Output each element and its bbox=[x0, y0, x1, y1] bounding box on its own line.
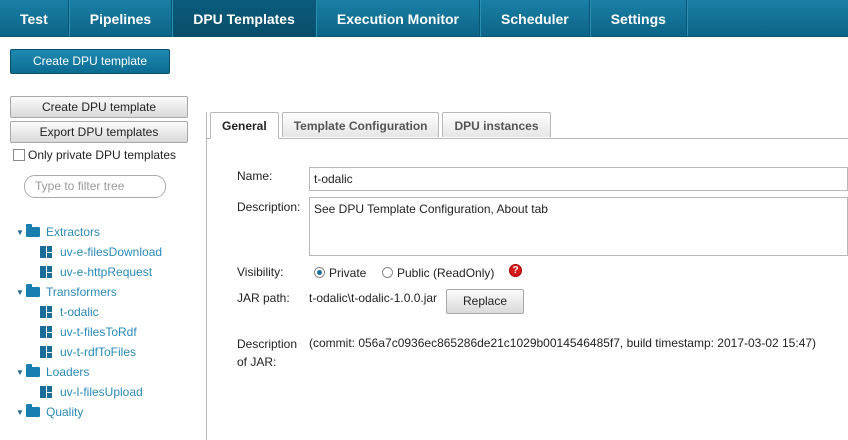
help-icon[interactable]: ? bbox=[509, 264, 522, 277]
tree-item-label: uv-e-filesDownload bbox=[60, 245, 163, 259]
folder-icon bbox=[26, 364, 40, 377]
dpu-grid-icon bbox=[40, 346, 52, 358]
main-nav: Test Pipelines DPU Templates Execution M… bbox=[0, 0, 848, 37]
name-field[interactable]: t-odalic bbox=[309, 167, 848, 191]
radio-selected-icon[interactable] bbox=[314, 267, 325, 278]
radio-unselected-icon[interactable] bbox=[382, 267, 393, 278]
nav-dpu-templates[interactable]: DPU Templates bbox=[172, 0, 316, 37]
description-label: Description: bbox=[237, 200, 301, 214]
folder-icon bbox=[26, 284, 40, 297]
tree-item-label: uv-l-filesUpload bbox=[60, 385, 143, 399]
jar-path-label: JAR path: bbox=[237, 291, 290, 305]
dpu-tree: ▼ Extractors uv-e-filesDownload uv-e-htt… bbox=[16, 222, 162, 422]
visibility-public-radio[interactable]: Public (ReadOnly) bbox=[382, 266, 494, 280]
tab-general[interactable]: General bbox=[210, 112, 279, 139]
create-dpu-template-button[interactable]: Create DPU template bbox=[10, 96, 188, 118]
tree-item-uv-t-rdftofiles[interactable]: uv-t-rdfToFiles bbox=[16, 342, 162, 362]
tree-category-loaders[interactable]: ▼ Loaders bbox=[16, 362, 162, 382]
tree-filter-input[interactable]: Type to filter tree bbox=[24, 175, 166, 198]
tree-item-label: uv-t-filesToRdf bbox=[60, 325, 137, 339]
visibility-public-label: Public (ReadOnly) bbox=[397, 266, 495, 280]
name-label: Name: bbox=[237, 169, 273, 183]
private-filter-row: Only private DPU templates bbox=[13, 148, 176, 162]
visibility-private-label: Private bbox=[329, 266, 367, 280]
expand-arrow-icon[interactable]: ▼ bbox=[16, 228, 24, 237]
tree-item-label: uv-e-httpRequest bbox=[60, 265, 153, 279]
expand-arrow-icon[interactable]: ▼ bbox=[16, 408, 24, 417]
create-dpu-template-primary-button[interactable]: Create DPU template bbox=[10, 49, 170, 74]
replace-button[interactable]: Replace bbox=[446, 289, 524, 314]
tree-category-transformers[interactable]: ▼ Transformers bbox=[16, 282, 162, 302]
nav-settings[interactable]: Settings bbox=[589, 0, 687, 37]
export-dpu-templates-button[interactable]: Export DPU templates bbox=[10, 121, 188, 143]
visibility-private-radio[interactable]: Private bbox=[314, 266, 366, 280]
jar-path-value: t-odalic\t-odalic-1.0.0.jar bbox=[309, 291, 438, 305]
tree-item-uv-e-httprequest[interactable]: uv-e-httpRequest bbox=[16, 262, 162, 282]
dpu-grid-icon bbox=[40, 386, 52, 398]
visibility-label: Visibility: bbox=[237, 265, 284, 279]
jar-description-value: (commit: 056a7c0936ec865286de21c1029b001… bbox=[309, 336, 817, 350]
tree-category-label: Loaders bbox=[46, 365, 90, 379]
tree-item-uv-t-filestordf[interactable]: uv-t-filesToRdf bbox=[16, 322, 162, 342]
detail-tabs: General Template Configuration DPU insta… bbox=[207, 112, 554, 139]
nav-pipelines[interactable]: Pipelines bbox=[68, 0, 173, 37]
dpu-grid-icon bbox=[40, 246, 52, 258]
private-only-checkbox[interactable] bbox=[13, 149, 25, 161]
tree-category-label: Extractors bbox=[46, 225, 101, 239]
tree-item-label: t-odalic bbox=[60, 305, 99, 319]
pane-divider[interactable] bbox=[206, 112, 207, 440]
nav-execution-monitor[interactable]: Execution Monitor bbox=[315, 0, 481, 37]
expand-arrow-icon[interactable]: ▼ bbox=[16, 368, 24, 377]
tab-template-configuration[interactable]: Template Configuration bbox=[281, 112, 440, 137]
nav-filler bbox=[686, 0, 848, 36]
nav-test[interactable]: Test bbox=[0, 0, 69, 37]
tree-category-label: Quality bbox=[46, 405, 84, 419]
sidebar: Create DPU template Export DPU templates… bbox=[0, 85, 206, 440]
tree-category-extractors[interactable]: ▼ Extractors bbox=[16, 222, 162, 242]
tab-dpu-instances[interactable]: DPU instances bbox=[442, 112, 551, 137]
dpu-grid-icon bbox=[40, 266, 52, 278]
tree-item-t-odalic[interactable]: t-odalic bbox=[16, 302, 162, 322]
folder-icon bbox=[26, 224, 40, 237]
tree-category-quality[interactable]: ▼ Quality bbox=[16, 402, 162, 422]
tree-item-uv-l-filesupload[interactable]: uv-l-filesUpload bbox=[16, 382, 162, 402]
jar-description-label-line1: Description bbox=[237, 337, 298, 351]
tree-item-uv-e-filesdownload[interactable]: uv-e-filesDownload bbox=[16, 242, 162, 262]
dpu-grid-icon bbox=[40, 326, 52, 338]
jar-description-label-line2: of JAR: bbox=[237, 355, 277, 369]
nav-scheduler[interactable]: Scheduler bbox=[480, 0, 590, 37]
folder-icon bbox=[26, 404, 40, 417]
expand-arrow-icon[interactable]: ▼ bbox=[16, 288, 24, 297]
tree-item-label: uv-t-rdfToFiles bbox=[60, 345, 137, 359]
dpu-grid-icon bbox=[40, 306, 52, 318]
description-field[interactable]: See DPU Template Configuration, About ta… bbox=[309, 197, 848, 256]
tree-category-label: Transformers bbox=[46, 285, 117, 299]
private-only-label: Only private DPU templates bbox=[28, 148, 177, 162]
